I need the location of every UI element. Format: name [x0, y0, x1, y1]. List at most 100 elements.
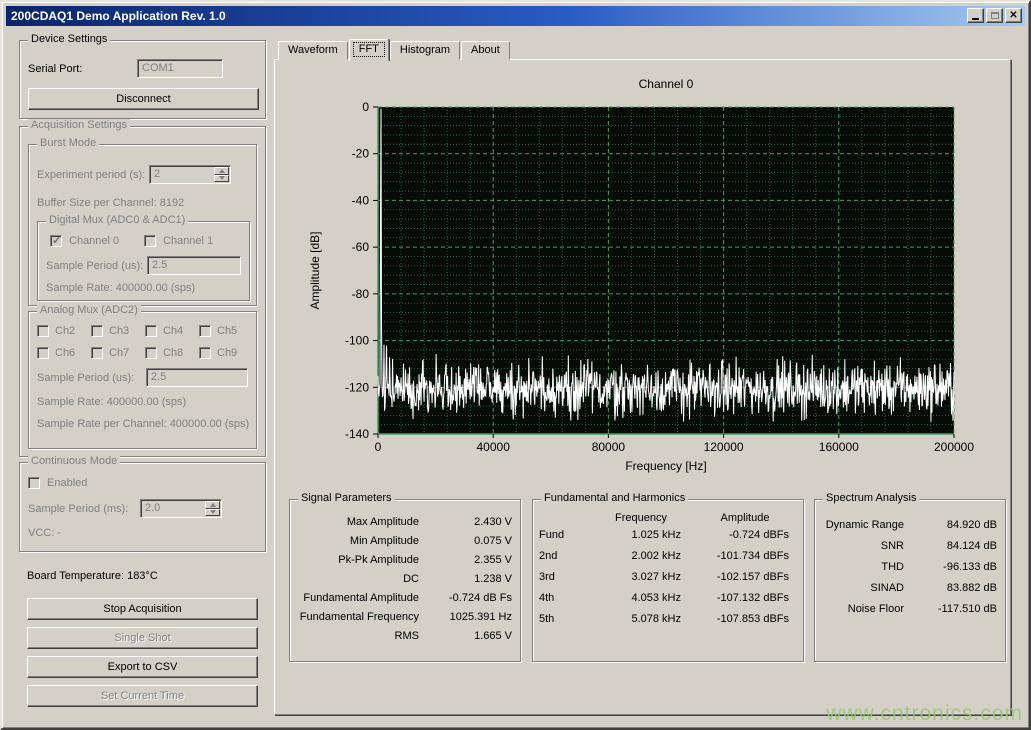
experiment-period-label: Experiment period (s):: [37, 169, 145, 181]
tab-fft[interactable]: FFT: [349, 39, 389, 61]
maximize-icon: [991, 12, 999, 19]
buffer-size-label: Buffer Size per Channel: 8192: [37, 197, 184, 209]
svg-text:-20: -20: [352, 147, 370, 161]
ch8-label: Ch8: [163, 347, 183, 359]
window-title: 200CDAQ1 Demo Application Rev. 1.0: [11, 9, 226, 23]
svg-text:-80: -80: [352, 287, 370, 301]
table-row: Noise Floor-117.510 dB: [821, 598, 999, 619]
analog-sample-period-label: Sample Period (us):: [37, 372, 134, 384]
ch4-label: Ch4: [163, 325, 183, 337]
single-shot-button: Single Shot: [27, 627, 258, 649]
digital-sample-rate-label: Sample Rate: 400000.00 (sps): [46, 282, 195, 294]
set-current-time-button: Set Current Time: [27, 685, 258, 707]
table-row: Fund1.025 kHz-0.724 dBFs: [539, 524, 799, 545]
table-row: SINAD83.882 dB: [821, 577, 999, 598]
svg-text:-140: -140: [345, 427, 369, 441]
continuous-mode-legend: Continuous Mode: [28, 455, 120, 467]
signal-parameters-table: Max Amplitude2.430 VMin Amplitude0.075 V…: [296, 512, 514, 645]
table-row: Max Amplitude2.430 V: [296, 512, 514, 531]
stop-acquisition-button[interactable]: Stop Acquisition: [27, 598, 258, 620]
frequency-column-header: Frequency: [591, 512, 691, 524]
continuous-sample-period-stepper: 2.0: [140, 499, 222, 518]
digital-sample-period-label: Sample Period (us):: [46, 260, 143, 272]
ch4-checkbox: [145, 325, 157, 337]
ch6-label: Ch6: [55, 347, 75, 359]
burst-mode-legend: Burst Mode: [37, 137, 99, 149]
svg-text:-100: -100: [345, 334, 369, 348]
spectrum-analysis-table: Dynamic Range84.920 dBSNR84.124 dBTHD-96…: [821, 514, 999, 619]
enabled-label: Enabled: [47, 477, 87, 489]
analog-sample-rate-label: Sample Rate: 400000.00 (sps): [37, 396, 186, 408]
experiment-period-stepper: 2: [149, 165, 231, 184]
title-bar[interactable]: 200CDAQ1 Demo Application Rev. 1.0 ✕: [6, 6, 1025, 26]
tab-waveform[interactable]: Waveform: [278, 41, 348, 60]
ch3-checkbox: [91, 325, 103, 337]
svg-text:Channel 0: Channel 0: [639, 77, 694, 91]
channel1-label: Channel 1: [163, 235, 213, 247]
export-to-csv-button[interactable]: Export to CSV: [27, 656, 258, 678]
svg-text:40000: 40000: [477, 440, 511, 454]
analog-sample-rate-per-channel-label: Sample Rate per Channel: 400000.00 (sps): [37, 418, 249, 430]
fft-chart: 040000800001200001600002000000-20-40-60-…: [275, 60, 1010, 484]
table-row: RMS1.665 V: [296, 626, 514, 645]
svg-text:-120: -120: [345, 380, 369, 394]
spectrum-analysis-legend: Spectrum Analysis: [823, 492, 919, 504]
digital-sample-period-input: 2.5: [147, 256, 241, 275]
acquisition-settings-group: Acquisition Settings Burst Mode Experime…: [19, 126, 266, 457]
table-row: Dynamic Range84.920 dB: [821, 514, 999, 535]
vcc-label: VCC: -: [28, 527, 61, 539]
harmonics-legend: Fundamental and Harmonics: [541, 492, 688, 504]
ch5-label: Ch5: [217, 325, 237, 337]
ch6-checkbox: [37, 347, 49, 359]
tab-about[interactable]: About: [461, 41, 510, 60]
ch7-checkbox: [91, 347, 103, 359]
ch9-label: Ch9: [217, 347, 237, 359]
minimize-icon: [972, 18, 979, 20]
channel0-label: Channel 0: [69, 235, 119, 247]
ch8-checkbox: [145, 347, 157, 359]
app-window: 200CDAQ1 Demo Application Rev. 1.0 ✕ Dev…: [0, 0, 1031, 730]
svg-text:-40: -40: [352, 193, 370, 207]
tab-histogram[interactable]: Histogram: [390, 41, 460, 60]
minimize-button[interactable]: [967, 8, 984, 23]
harmonics-group: Fundamental and Harmonics Frequency Ampl…: [532, 499, 804, 662]
table-row: THD-96.133 dB: [821, 556, 999, 577]
table-row: 2nd2.002 kHz-101.734 dBFs: [539, 545, 799, 566]
table-row: DC1.238 V: [296, 569, 514, 588]
harmonics-table: Frequency Amplitude Fund1.025 kHz-0.724 …: [539, 512, 799, 629]
table-row: 5th5.078 kHz-107.853 dBFs: [539, 608, 799, 629]
ch5-checkbox: [199, 325, 211, 337]
close-icon: ✕: [1009, 11, 1017, 21]
maximize-button[interactable]: [986, 8, 1003, 23]
harmonics-rows: Fund1.025 kHz-0.724 dBFs2nd2.002 kHz-101…: [539, 524, 799, 629]
close-button[interactable]: ✕: [1005, 8, 1022, 23]
svg-text:Frequency [Hz]: Frequency [Hz]: [625, 459, 706, 473]
table-row: 3rd3.027 kHz-102.157 dBFs: [539, 566, 799, 587]
table-row: 4th4.053 kHz-107.132 dBFs: [539, 587, 799, 608]
svg-text:120000: 120000: [704, 440, 744, 454]
svg-text:160000: 160000: [819, 440, 859, 454]
svg-text:-60: -60: [352, 240, 370, 254]
continuous-mode-group: Continuous Mode Enabled Sample Period (m…: [19, 462, 266, 552]
table-row: Min Amplitude0.075 V: [296, 531, 514, 550]
digital-mux-legend: Digital Mux (ADC0 & ADC1): [46, 214, 188, 226]
experiment-period-spin: [214, 167, 229, 182]
channel0-checkbox: [50, 235, 62, 247]
continuous-sample-period-label: Sample Period (ms):: [28, 503, 128, 515]
spectrum-analysis-group: Spectrum Analysis Dynamic Range84.920 dB…: [814, 499, 1006, 662]
serial-port-label: Serial Port:: [28, 63, 82, 75]
burst-mode-group: Burst Mode Experiment period (s): 2 Buff…: [28, 144, 257, 306]
harmonics-header: Frequency Amplitude: [539, 512, 799, 524]
spin-down-icon: [214, 175, 229, 183]
table-row: Fundamental Amplitude-0.724 dB Fs: [296, 588, 514, 607]
ch3-label: Ch3: [109, 325, 129, 337]
digital-mux-group: Digital Mux (ADC0 & ADC1) Channel 0 Chan…: [37, 221, 250, 301]
disconnect-button[interactable]: Disconnect: [28, 88, 259, 110]
device-settings-group: Device Settings Serial Port: COM1 Discon…: [19, 40, 266, 119]
ch9-checkbox: [199, 347, 211, 359]
board-temperature-label: Board Temperature: 183°C: [27, 570, 158, 582]
analog-sample-period-input: 2.5: [146, 368, 248, 387]
spin-up-icon: [214, 167, 229, 175]
enabled-checkbox: [28, 477, 40, 489]
window-controls: ✕: [967, 8, 1022, 23]
